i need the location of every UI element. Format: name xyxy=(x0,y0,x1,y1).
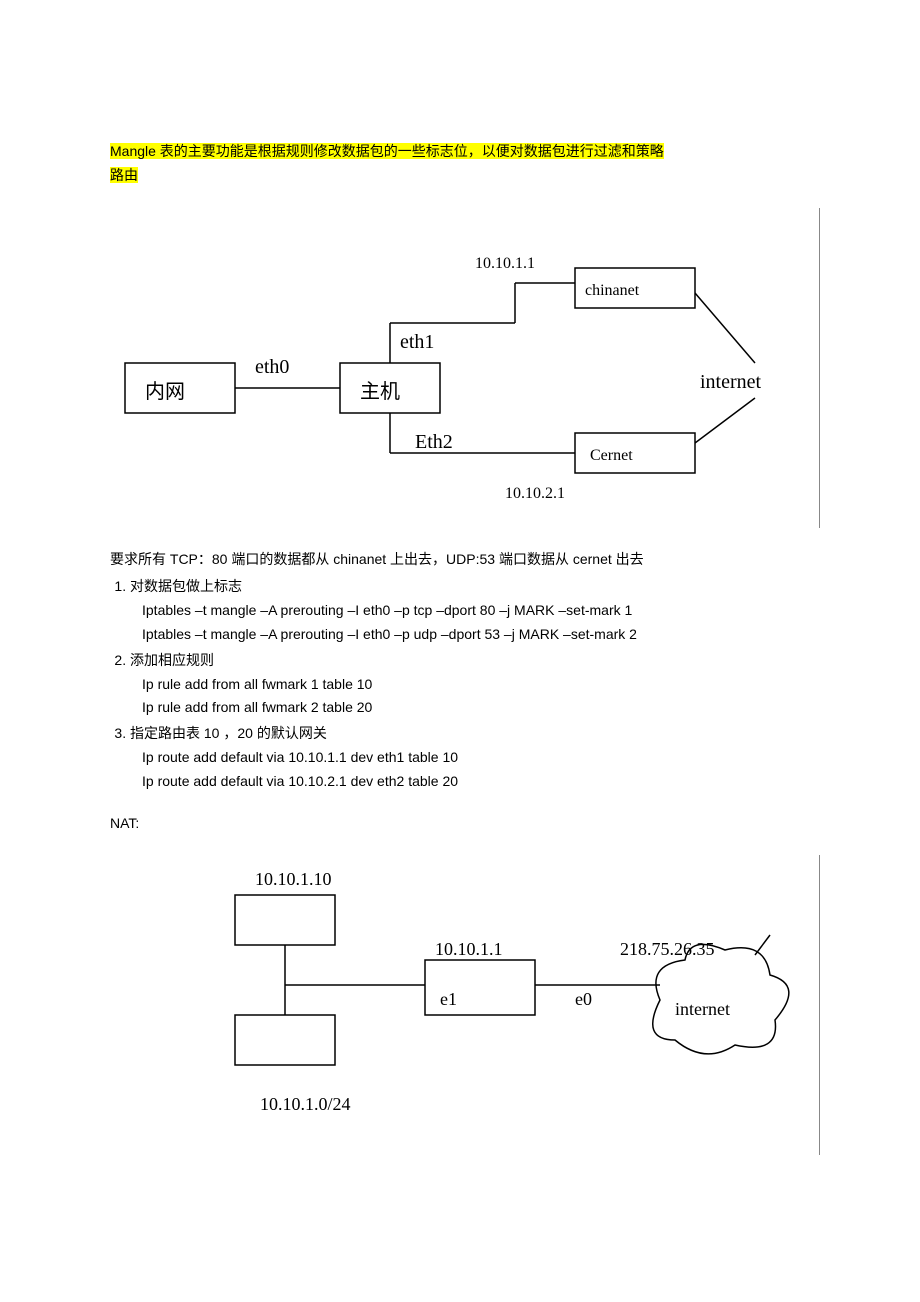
step-1-cmd-2: Iptables –t mangle –A prerouting –I eth0… xyxy=(142,623,820,647)
step-2-cmd-1: Ip rule add from all fwmark 1 table 10 xyxy=(142,673,820,697)
diagram-1-container: .hw { font-family: "Comic Sans MS", "Seg… xyxy=(110,208,820,528)
nat-heading: NAT: xyxy=(110,812,820,836)
step-3: 指定路由表 10 ，20 的默认网关 Ip route add default … xyxy=(130,722,820,793)
ip-top-label: 10.10.1.10 xyxy=(255,869,332,889)
ip-mid-label: 10.10.1.1 xyxy=(435,939,503,959)
internet-label-2: internet xyxy=(675,999,730,1019)
eth2-label: Eth2 xyxy=(415,431,453,453)
step-3-title: 指定路由表 10 ，20 的默认网关 xyxy=(130,725,327,741)
step-2-title: 添加相应规则 xyxy=(130,652,214,668)
diagram-2-container: .hw2 { font-family: "Comic Sans MS", "Se… xyxy=(110,855,820,1155)
e0-label: e0 xyxy=(575,989,592,1009)
document-page: Mangle 表的主要功能是根据规则修改数据包的一些标志位，以便对数据包进行过滤… xyxy=(0,0,920,1215)
highlight-line-1: Mangle 表的主要功能是根据规则修改数据包的一些标志位，以便对数据包进行过滤… xyxy=(110,143,664,159)
chinanet-label: chinanet xyxy=(585,282,640,299)
ip1-label: 10.10.1.1 xyxy=(475,255,535,272)
diagram-1: .hw { font-family: "Comic Sans MS", "Seg… xyxy=(115,208,815,528)
cernet-label: Cernet xyxy=(590,447,633,464)
intro-paragraph: Mangle 表的主要功能是根据规则修改数据包的一些标志位，以便对数据包进行过滤… xyxy=(110,140,820,188)
eth1-label: eth1 xyxy=(400,331,434,353)
step-2-cmd-2: Ip rule add from all fwmark 2 table 20 xyxy=(142,696,820,720)
step-1-title: 对数据包做上标志 xyxy=(130,578,242,594)
eth0-label: eth0 xyxy=(255,356,289,378)
internet-label-1: internet xyxy=(700,371,762,393)
ip2-label: 10.10.2.1 xyxy=(505,485,565,502)
diagram-2: .hw2 { font-family: "Comic Sans MS", "Se… xyxy=(115,855,815,1155)
e1-label: e1 xyxy=(440,989,457,1009)
subnet-label: 10.10.1.0/24 xyxy=(260,1094,351,1114)
steps-list: 对数据包做上标志 Iptables –t mangle –A preroutin… xyxy=(110,575,820,793)
step-3-cmd-1: Ip route add default via 10.10.1.1 dev e… xyxy=(142,746,820,770)
step-2: 添加相应规则 Ip rule add from all fwmark 1 tab… xyxy=(130,649,820,720)
requirement-text: 要求所有 TCP：80 端口的数据都从 chinanet 上出去，UDP:53 … xyxy=(110,548,820,572)
ext-ip-label: 218.75.26.35 xyxy=(620,939,715,959)
step-3-cmd-2: Ip route add default via 10.10.2.1 dev e… xyxy=(142,770,820,794)
highlight-line-2: 路由 xyxy=(110,167,138,183)
step-1: 对数据包做上标志 Iptables –t mangle –A preroutin… xyxy=(130,575,820,646)
host-label: 主机 xyxy=(360,380,400,403)
step-1-cmd-1: Iptables –t mangle –A prerouting –I eth0… xyxy=(142,599,820,623)
lan-label: 内网 xyxy=(145,380,185,403)
